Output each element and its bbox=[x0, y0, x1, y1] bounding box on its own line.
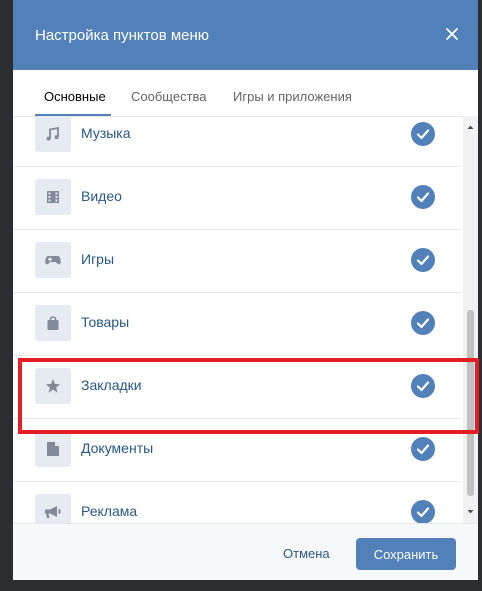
menu-item-label: Документы bbox=[81, 440, 154, 456]
checkmark-icon[interactable] bbox=[411, 122, 435, 146]
tab-bar: Основные Сообщества Игры и приложения bbox=[13, 70, 478, 117]
scroll-thumb[interactable] bbox=[467, 310, 474, 496]
modal-header: Настройка пунктов меню bbox=[13, 0, 478, 70]
shopping-bag-icon bbox=[35, 305, 71, 341]
menu-item-music[interactable]: Музыка bbox=[13, 116, 461, 167]
checkmark-icon[interactable] bbox=[411, 248, 435, 272]
gamepad-icon bbox=[35, 242, 71, 278]
checkmark-icon[interactable] bbox=[411, 437, 435, 461]
menu-item-ads[interactable]: Реклама bbox=[13, 482, 461, 523]
menu-item-label: Реклама bbox=[81, 503, 138, 519]
close-button[interactable] bbox=[440, 22, 464, 46]
page-backdrop-left bbox=[0, 0, 13, 591]
menu-item-video[interactable]: Видео bbox=[13, 167, 461, 230]
close-icon bbox=[446, 28, 458, 40]
page-backdrop-right bbox=[478, 0, 482, 591]
checkmark-icon[interactable] bbox=[411, 374, 435, 398]
checkmark-icon[interactable] bbox=[411, 500, 435, 523]
menu-item-label: Видео bbox=[81, 188, 122, 204]
megaphone-icon bbox=[35, 494, 71, 523]
menu-item-label: Игры bbox=[81, 251, 115, 267]
menu-settings-modal: Настройка пунктов меню Основные Сообщест… bbox=[13, 0, 478, 580]
music-icon bbox=[35, 116, 71, 152]
star-icon bbox=[35, 368, 71, 404]
menu-item-games[interactable]: Игры bbox=[13, 230, 461, 293]
cancel-button[interactable]: Отмена bbox=[283, 546, 330, 561]
menu-item-label: Закладки bbox=[81, 377, 142, 393]
menu-item-label: Товары bbox=[81, 314, 130, 330]
scroll-up-arrow-icon[interactable] bbox=[463, 120, 478, 134]
checkmark-icon[interactable] bbox=[411, 311, 435, 335]
page-backdrop-bottom bbox=[0, 580, 482, 591]
modal-footer: Отмена Сохранить bbox=[13, 523, 478, 580]
scroll-down-arrow-icon[interactable] bbox=[463, 505, 478, 519]
checkmark-icon[interactable] bbox=[411, 185, 435, 209]
tab-communities[interactable]: Сообщества bbox=[131, 89, 207, 104]
document-icon bbox=[35, 431, 71, 467]
menu-item-label: Музыка bbox=[81, 125, 131, 141]
tab-games-apps[interactable]: Игры и приложения bbox=[233, 89, 352, 104]
menu-item-documents[interactable]: Документы bbox=[13, 419, 461, 482]
tab-main[interactable]: Основные bbox=[44, 89, 106, 104]
video-icon bbox=[35, 179, 71, 215]
menu-item-goods[interactable]: Товары bbox=[13, 293, 461, 356]
menu-item-bookmarks[interactable]: Закладки bbox=[13, 356, 461, 419]
list-scrollbar[interactable] bbox=[463, 116, 478, 523]
menu-items-list: Музыка Видео Игры Товары Закладки Докуме… bbox=[13, 116, 478, 523]
save-button[interactable]: Сохранить bbox=[356, 538, 456, 570]
modal-title: Настройка пунктов меню bbox=[35, 27, 210, 44]
